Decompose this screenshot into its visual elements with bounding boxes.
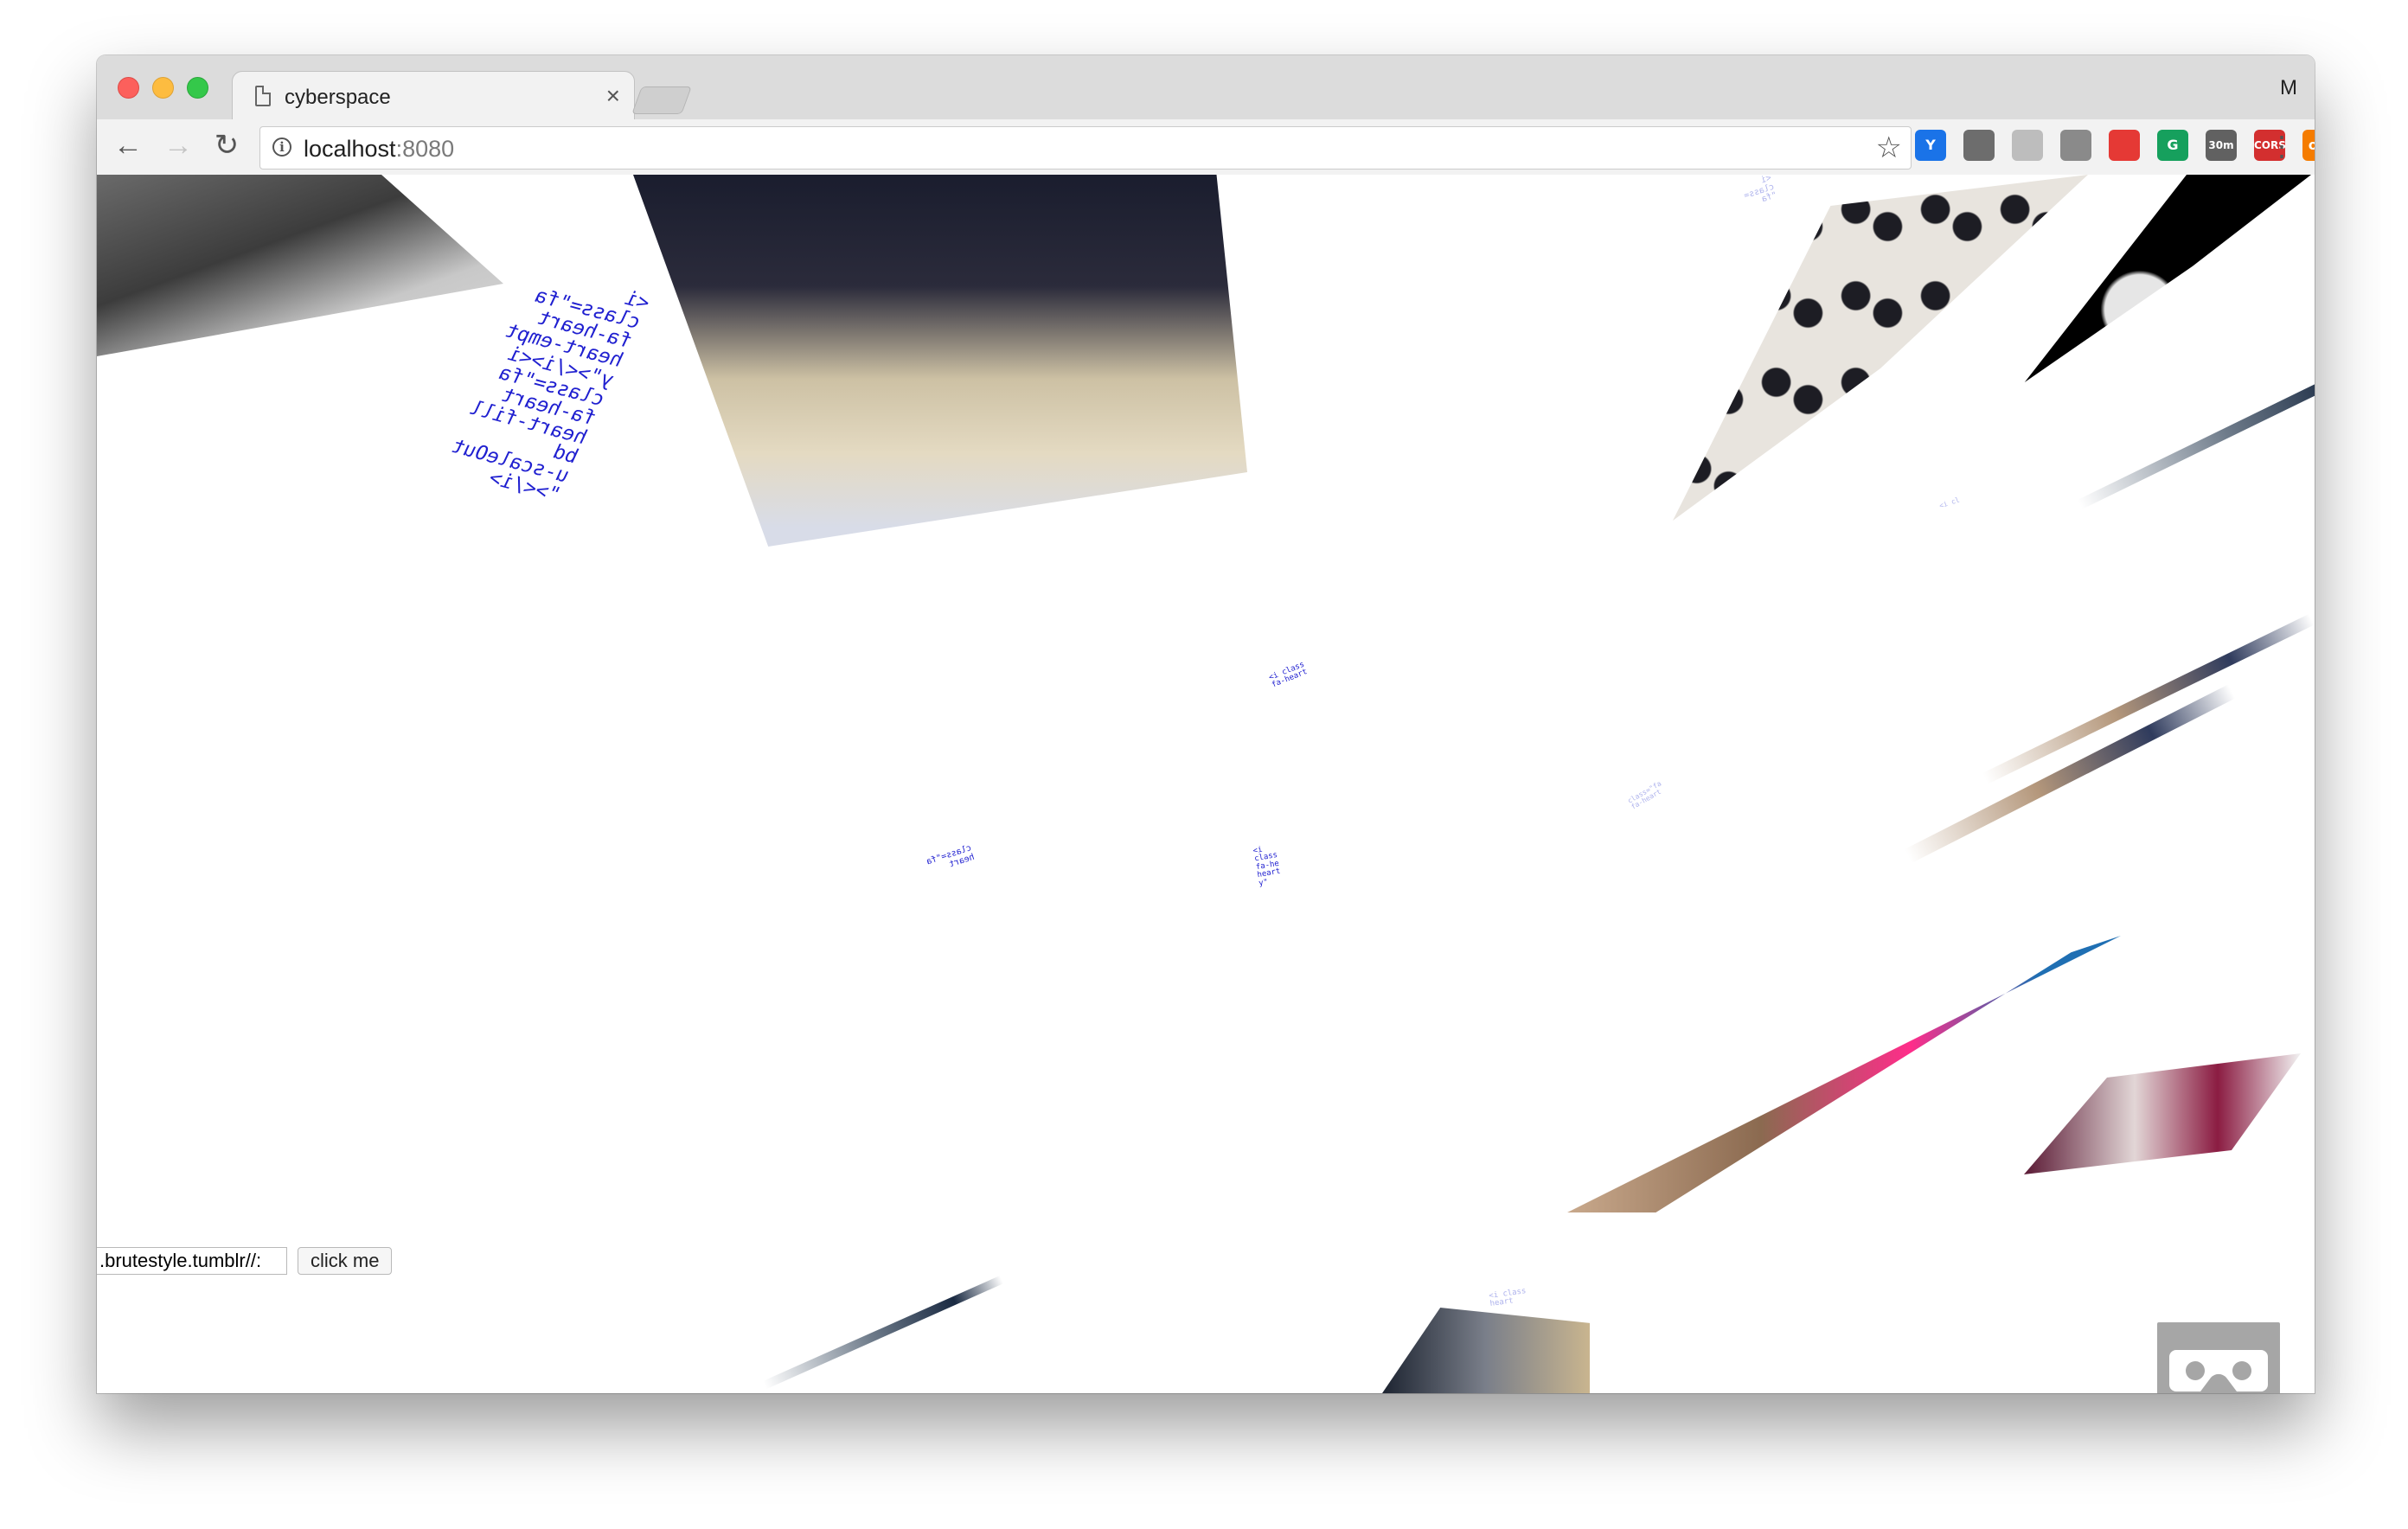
runway-photo-panel: [633, 175, 1247, 547]
url-input[interactable]: [97, 1247, 287, 1275]
image-panel: [1382, 1308, 1590, 1393]
tab-strip: cyberspace × M: [97, 55, 2315, 122]
url-host: localhost: [304, 136, 396, 162]
code-fragment: class="fa fa-heart: [1626, 779, 1663, 812]
bookmark-star-icon[interactable]: ☆: [1876, 131, 1902, 165]
adblock-icon[interactable]: [2109, 130, 2140, 161]
enter-vr-button[interactable]: [2157, 1322, 2280, 1393]
tab-close-icon[interactable]: ×: [606, 82, 620, 110]
timer-icon[interactable]: 30m: [2206, 130, 2237, 161]
profile-initial[interactable]: M: [2280, 76, 2297, 100]
document-icon: [255, 86, 271, 106]
toolbar: ← → ↻ i localhost:8080 ☆ YG30mCORSon ⋮: [97, 119, 2315, 176]
forward-arrow-icon[interactable]: →: [161, 128, 195, 163]
tab-title: cyberspace: [285, 86, 391, 109]
drive-icon[interactable]: [2012, 130, 2043, 161]
zoom-window-button[interactable]: [187, 77, 208, 99]
image-panel-edge-on: [2078, 340, 2315, 509]
image-panel: [2024, 1053, 2301, 1174]
url-text[interactable]: localhost:8080: [304, 136, 454, 163]
browser-window: cyberspace × M ← → ↻ i localhost:8080 ☆ …: [97, 55, 2315, 1393]
minimize-window-button[interactable]: [152, 77, 174, 99]
url-port: :8080: [395, 136, 455, 162]
chrome-menu-icon[interactable]: ⋮: [2268, 130, 2296, 163]
contact-sheet-panel: [1673, 175, 2088, 521]
code-fragment: <i class fa-he heart y": [1252, 845, 1282, 888]
close-window-button[interactable]: [118, 77, 139, 99]
code-fragment: <i class fa-heart: [1267, 660, 1310, 690]
vr-goggles-icon: [2169, 1350, 2268, 1391]
grammarly-icon[interactable]: G: [2157, 130, 2188, 161]
code-text-panel: <i class="fa fa-heart heart-empt y"></i>…: [447, 285, 654, 507]
code-fragment: class="fa heart: [925, 843, 976, 869]
image-panel-edge-on: [1982, 613, 2315, 784]
y-extension-icon[interactable]: Y: [1915, 130, 1946, 161]
code-fragment: <i cl: [1937, 496, 1961, 510]
webvr-scene[interactable]: <i class="fa fa-heart heart-empt y"></i>…: [97, 175, 2315, 1393]
on-toggle-icon[interactable]: on: [2302, 130, 2315, 161]
image-panel-edge-on: [763, 1275, 1004, 1390]
new-tab-button[interactable]: [631, 86, 692, 114]
click-me-button[interactable]: click me: [298, 1247, 393, 1275]
code-fragment: <i class heart: [1488, 1287, 1527, 1309]
info-icon[interactable]: i: [272, 138, 291, 157]
film-reel-icon[interactable]: [2060, 130, 2091, 161]
image-panel: [97, 175, 503, 356]
back-arrow-icon[interactable]: ←: [111, 128, 145, 163]
address-bar[interactable]: i localhost:8080 ☆: [259, 126, 1912, 170]
image-panel-edge-on: [1905, 684, 2236, 864]
cast-icon[interactable]: [1963, 130, 1995, 161]
code-fragment: <i class= "fa: [1742, 175, 1778, 205]
reload-icon[interactable]: ↻: [209, 128, 244, 163]
tab-cyberspace[interactable]: cyberspace ×: [232, 71, 635, 122]
